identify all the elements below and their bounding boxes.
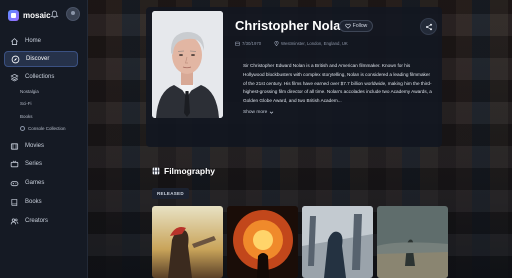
sidebar: mosaic Home Discover Collections Nostalg… (0, 0, 88, 278)
sidebar-item-label: Books (25, 199, 42, 205)
poster-image (302, 206, 373, 278)
user-avatar[interactable] (66, 7, 80, 21)
released-filter-badge[interactable]: RELEASED (152, 188, 189, 199)
poster-image (152, 206, 223, 278)
film-poster[interactable] (377, 206, 448, 278)
film-icon (10, 142, 19, 150)
chevron-down-icon (270, 111, 274, 114)
show-more-label: Show more (243, 110, 268, 115)
sidebar-item-label: Discover (26, 56, 50, 62)
users-icon (10, 218, 19, 224)
mosaic-logo-icon (8, 9, 19, 21)
sidebar-item-label: Movies (25, 143, 45, 149)
poster-image (227, 206, 298, 278)
sidebar-item-collections[interactable]: Collections (4, 69, 78, 85)
birthplace-text: Westminster, London, England, UK (281, 41, 348, 46)
sidebar-item-creators[interactable]: Creators (4, 213, 78, 229)
sidebar-item-home[interactable]: Home (4, 33, 78, 49)
home-icon (11, 37, 18, 45)
poster-image (377, 206, 448, 278)
portrait-image (152, 11, 223, 118)
film-poster[interactable] (302, 206, 373, 278)
collection-circle-icon (20, 126, 25, 131)
show-more-button[interactable]: Show more (243, 110, 274, 115)
gamepad-icon (10, 180, 19, 186)
calendar-icon (235, 41, 240, 46)
heart-icon (345, 23, 351, 29)
share-button[interactable] (420, 18, 437, 35)
collection-item[interactable]: Console Collection (20, 126, 66, 131)
birthplace: Westminster, London, England, UK (274, 41, 348, 46)
filmography-title: Filmography (164, 166, 216, 176)
person-photo (152, 11, 223, 118)
sidebar-item-label: Creators (25, 218, 49, 224)
birth-date-text: 7/30/1970 (242, 41, 262, 46)
layers-icon (10, 73, 19, 81)
sidebar-item-label: Games (25, 180, 45, 186)
page-title: Christopher Nolan (235, 18, 349, 33)
film-icon (152, 167, 160, 175)
film-poster[interactable] (152, 206, 223, 278)
location-pin-icon (274, 41, 279, 46)
compass-icon (11, 55, 20, 63)
sidebar-item-movies[interactable]: Movies (4, 138, 78, 154)
sidebar-item-label: Series (25, 161, 43, 167)
follow-label: Follow (352, 23, 368, 29)
collection-label: Sci-Fi (20, 101, 32, 106)
follow-button[interactable]: Follow (339, 20, 373, 32)
collection-label: Nostalgia (20, 89, 39, 94)
sidebar-item-books[interactable]: Books (4, 194, 78, 210)
collection-label: Console Collection (28, 126, 66, 131)
filmography-heading: Filmography (152, 166, 215, 176)
collection-item[interactable]: Books (20, 114, 33, 119)
share-icon (425, 23, 432, 30)
book-icon (11, 198, 18, 206)
birth-date: 7/30/1970 (235, 41, 261, 46)
sidebar-item-series[interactable]: Series (4, 156, 78, 172)
sidebar-item-discover[interactable]: Discover (4, 51, 78, 67)
collection-item[interactable]: Nostalgia (20, 89, 39, 94)
film-poster[interactable] (227, 206, 298, 278)
collection-item[interactable]: Sci-Fi (20, 101, 32, 106)
collection-label: Books (20, 114, 33, 119)
sidebar-item-label: Home (25, 38, 42, 44)
brand-name: mosaic (23, 10, 51, 20)
sidebar-item-games[interactable]: Games (4, 175, 78, 191)
bell-icon[interactable] (50, 10, 59, 19)
brand[interactable]: mosaic (8, 8, 51, 22)
tv-icon (10, 160, 19, 167)
sidebar-item-label: Collections (25, 74, 55, 80)
biography-text: Sir Christopher Edward Nolan is a Britis… (243, 63, 432, 104)
